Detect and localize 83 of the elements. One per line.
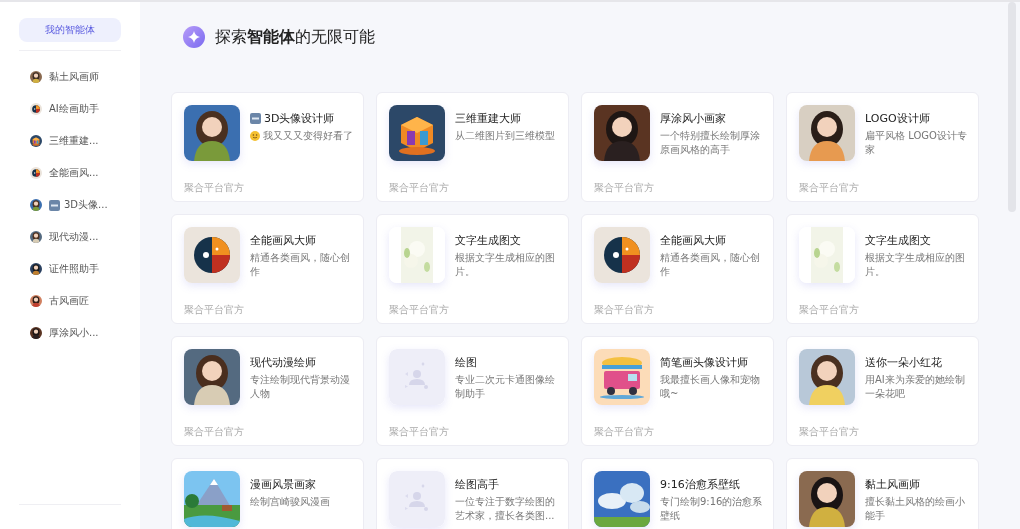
sidebar-item[interactable]: 3D头像... <box>20 189 120 221</box>
placeholder-avatar-icon <box>389 471 445 527</box>
publisher-label: 聚合平台官方 <box>389 181 450 195</box>
agent-description: 一位专注于数字绘图的艺术家，擅长各类图... <box>455 495 556 523</box>
agent-card[interactable]: 绘图 专业二次元卡通图像绘制助手 聚合平台官方 <box>376 336 569 446</box>
agent-card[interactable]: 三维重建大师 从二维图片到三维模型 聚合平台官方 <box>376 92 569 202</box>
agent-card[interactable]: 全能画风大师 精通各类画风，随心创作 聚合平台官方 <box>171 214 364 324</box>
agent-name: 现代动漫绘师 <box>250 355 316 370</box>
sidebar-item-label: 古风画匠 <box>49 294 89 308</box>
publisher-label: 聚合平台官方 <box>594 181 655 195</box>
my-agents-tab[interactable]: 我的智能体 <box>19 18 121 42</box>
agent-name: 绘图高手 <box>455 477 499 492</box>
agent-card[interactable]: 3D头像设计师 我又又又变得好看了 聚合平台官方 <box>171 92 364 202</box>
agent-name: 文字生成图文 <box>865 233 931 248</box>
agent-name: 三维重建大师 <box>455 111 521 126</box>
agent-card[interactable]: 厚涂风小画家 一个特别擅长绘制厚涂原画风格的高手 聚合平台官方 <box>581 92 774 202</box>
agent-name: 厚涂风小画家 <box>660 111 726 126</box>
agent-description: 精通各类画风，随心创作 <box>660 251 761 279</box>
agent-description: 专门绘制9:16的治愈系壁纸 <box>660 495 764 523</box>
sidebar-item-label: 现代动漫... <box>49 230 99 244</box>
sidebar-item-label: 3D头像... <box>64 198 108 212</box>
publisher-label: 聚合平台官方 <box>184 303 245 317</box>
agent-description: 根据文字生成相应的图片。 <box>865 251 966 279</box>
agent-card[interactable]: LOGO设计师 扁平风格 LOGO设计专家 聚合平台官方 <box>786 92 979 202</box>
agent-card[interactable]: 绘图高手 一位专注于数字绘图的艺术家，擅长各类图... <box>376 458 569 529</box>
publisher-label: 聚合平台官方 <box>799 303 860 317</box>
agent-name: 简笔画头像设计师 <box>660 355 748 370</box>
agent-description: 擅长黏土风格的绘画小能手 <box>865 495 966 523</box>
sparkle-icon <box>183 26 205 48</box>
publisher-label: 聚合平台官方 <box>594 425 655 439</box>
page-title: 探索智能体的无限可能 <box>215 26 375 48</box>
sidebar-item-label: AI绘画助手 <box>49 102 99 116</box>
agent-card[interactable]: 简笔画头像设计师 我最擅长画人像和宠物哦~ 聚合平台官方 <box>581 336 774 446</box>
agent-name: 文字生成图文 <box>455 233 521 248</box>
sidebar-item-label: 三维重建... <box>49 134 99 148</box>
agent-name: 漫画风景画家 <box>250 477 316 492</box>
sidebar-item[interactable]: 三维重建... <box>20 125 120 157</box>
agent-name: 全能画风大师 <box>250 233 316 248</box>
sidebar-item-label: 黏土风画师 <box>49 70 99 84</box>
sidebar-item[interactable]: AI绘画助手 <box>20 93 120 125</box>
agent-name: 全能画风大师 <box>660 233 726 248</box>
agent-card[interactable]: 黏土风画师 擅长黏土风格的绘画小能手 <box>786 458 979 529</box>
publisher-label: 聚合平台官方 <box>389 425 450 439</box>
placeholder-avatar-icon <box>389 349 445 405</box>
agent-description: 我最擅长画人像和宠物哦~ <box>660 373 761 401</box>
agent-card[interactable]: 全能画风大师 精通各类画风，随心创作 聚合平台官方 <box>581 214 774 324</box>
sidebar-item[interactable]: 全能画风... <box>20 157 120 189</box>
agent-description: 专注绘制现代背景动漫人物 <box>250 373 351 401</box>
agent-card[interactable]: 漫画风景画家 绘制宫崎骏风漫画 <box>171 458 364 529</box>
agent-name: 3D头像设计师 <box>264 111 335 126</box>
agent-description: 一个特别擅长绘制厚涂原画风格的高手 <box>660 129 761 157</box>
publisher-label: 聚合平台官方 <box>389 303 450 317</box>
agent-description: 扁平风格 LOGO设计专家 <box>865 129 968 157</box>
publisher-label: 聚合平台官方 <box>799 181 860 195</box>
agent-card[interactable]: 9:16治愈系壁纸 专门绘制9:16的治愈系壁纸 <box>581 458 774 529</box>
agent-name: 绘图 <box>455 355 477 370</box>
agent-name: LOGO设计师 <box>865 111 930 126</box>
agent-description: 从二维图片到三维模型 <box>455 129 555 143</box>
publisher-label: 聚合平台官方 <box>184 425 245 439</box>
publisher-label: 聚合平台官方 <box>594 303 655 317</box>
agent-card[interactable]: 现代动漫绘师 专注绘制现代背景动漫人物 聚合平台官方 <box>171 336 364 446</box>
agent-card[interactable]: 文字生成图文 根据文字生成相应的图片。 聚合平台官方 <box>786 214 979 324</box>
sidebar-item[interactable]: 现代动漫... <box>20 221 120 253</box>
agent-card[interactable]: 文字生成图文 根据文字生成相应的图片。 聚合平台官方 <box>376 214 569 324</box>
sidebar-item-label: 厚涂风小... <box>49 326 99 340</box>
publisher-label: 聚合平台官方 <box>184 181 245 195</box>
sidebar-item-label: 证件照助手 <box>49 262 99 276</box>
sidebar-item[interactable]: 证件照助手 <box>20 253 120 285</box>
agent-description: 精通各类画风，随心创作 <box>250 251 351 279</box>
agent-description: 我又又又变得好看了 <box>263 129 353 143</box>
agent-name: 9:16治愈系壁纸 <box>660 477 740 492</box>
agent-name: 送你一朵小红花 <box>865 355 942 370</box>
agent-card[interactable]: 送你一朵小红花 用AI来为亲爱的她绘制一朵花吧 聚合平台官方 <box>786 336 979 446</box>
agent-description: 根据文字生成相应的图片。 <box>455 251 556 279</box>
sidebar-item[interactable]: 黏土风画师 <box>20 61 120 93</box>
agent-description: 用AI来为亲爱的她绘制一朵花吧 <box>865 373 966 401</box>
publisher-label: 聚合平台官方 <box>799 425 860 439</box>
agent-name: 黏土风画师 <box>865 477 920 492</box>
agent-description: 绘制宫崎骏风漫画 <box>250 495 330 509</box>
sidebar-item[interactable]: 古风画匠 <box>20 285 120 317</box>
sidebar-item-label: 全能画风... <box>49 166 99 180</box>
sidebar-item[interactable]: 厚涂风小... <box>20 317 120 349</box>
agent-description: 专业二次元卡通图像绘制助手 <box>455 373 556 401</box>
